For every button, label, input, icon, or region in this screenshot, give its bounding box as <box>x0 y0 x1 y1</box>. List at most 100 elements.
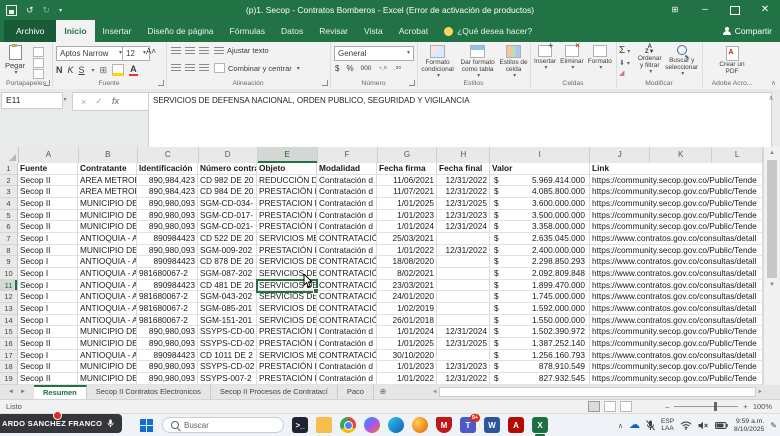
cell[interactable]: MUNICIPIO DE <box>78 373 137 385</box>
cell[interactable]: PRESTACIÓN DE <box>257 210 317 222</box>
cell[interactable]: SERVICIOS DE <box>257 268 317 280</box>
cell[interactable]: Secop II <box>18 186 78 198</box>
cell[interactable]: Secop I <box>18 303 78 315</box>
cell[interactable]: 1/01/2024 <box>377 326 437 338</box>
cell[interactable]: Contratación d <box>317 361 377 373</box>
cell-valor[interactable]: $3.500.000.000 <box>490 210 590 222</box>
wrap-text-button[interactable]: Ajustar texto <box>214 46 269 55</box>
wifi-icon[interactable] <box>680 421 692 430</box>
cell-link[interactable]: https://community.secop.gov.co/Public/Te… <box>590 326 763 338</box>
cell[interactable]: AREA METROPOLITANA <box>78 186 137 198</box>
cell[interactable]: 890,980,093 <box>137 245 198 257</box>
cell[interactable]: SERVICIOS DE <box>257 315 317 327</box>
close-button[interactable]: ✕ <box>750 0 780 20</box>
cell-valor[interactable]: $5.969.414.000 <box>490 175 590 187</box>
cell[interactable]: Secop II <box>18 373 78 385</box>
taskbar-terminal-icon[interactable]: >_ <box>292 417 308 433</box>
cell[interactable]: MUNICIPIO DE <box>78 221 137 233</box>
cell-link[interactable]: https://www.contratos.gov.co/consultas/d… <box>590 256 763 268</box>
row-header-5[interactable]: 5 <box>0 210 18 222</box>
cell[interactable]: ANTIOQUIA - A <box>78 256 137 268</box>
cell-valor[interactable]: $2.092.809.848 <box>490 268 590 280</box>
cell[interactable]: Contratación d <box>317 186 377 198</box>
cell[interactable]: MUNICIPIO DE <box>78 338 137 350</box>
cell[interactable]: SGM-085-201 <box>198 303 257 315</box>
styles-button-0[interactable]: Formato condicional▾ <box>419 45 456 80</box>
notification-pen-icon[interactable]: ✎ <box>770 421 777 430</box>
format-painter-icon[interactable] <box>33 69 44 79</box>
column-header-J[interactable]: J <box>590 147 650 163</box>
cancel-entry-icon[interactable]: × <box>81 97 86 107</box>
font-dialog-launcher-icon[interactable] <box>158 80 164 86</box>
cell[interactable]: 890,980,093 <box>137 373 198 385</box>
row-header-17[interactable]: 17 <box>0 350 18 362</box>
cell[interactable] <box>437 291 490 303</box>
cell-valor[interactable]: $1.256.160.793 <box>490 350 590 362</box>
row-header-8[interactable]: 8 <box>0 245 18 257</box>
cell[interactable]: CD 878 DE 20 <box>198 256 257 268</box>
language-indicator[interactable]: ESPLAA <box>661 419 674 432</box>
font-name-select[interactable]: Aptos Narrow▾ <box>56 46 126 61</box>
cell[interactable]: 26/01/2018 <box>377 315 437 327</box>
cell[interactable]: 890984423 <box>137 256 198 268</box>
column-header-D[interactable]: D <box>199 147 258 163</box>
editing-button-0[interactable]: AZ▼Ordenar y filtrar▾ <box>636 45 663 78</box>
sheet-nav[interactable]: ◄ ► <box>0 385 34 399</box>
cell[interactable]: REDUCCIÓN DE <box>257 175 317 187</box>
cell[interactable] <box>437 280 490 292</box>
create-pdf-button[interactable]: Crear un PDF <box>714 46 750 76</box>
cell[interactable]: 11/07/2021 <box>377 186 437 198</box>
taskbar-firefox-icon[interactable] <box>412 417 428 433</box>
row-header-15[interactable]: 15 <box>0 326 18 338</box>
cell[interactable]: 12/31/2022 <box>437 373 490 385</box>
sheet-tab-paco[interactable]: Paco <box>338 385 374 399</box>
column-header-B[interactable]: B <box>79 147 138 163</box>
grow-font-icon[interactable]: A˄ <box>146 47 156 56</box>
horizontal-scrollbar[interactable]: ◄ ► <box>432 386 763 397</box>
cell[interactable]: 981680067-2 <box>137 303 198 315</box>
formula-input[interactable]: SERVICIOS DE DEFENSA NACIONAL, ORDEN PUB… <box>148 92 772 150</box>
header-cell-fecha-firma[interactable]: Fecha firma <box>377 163 437 175</box>
cell[interactable]: 890,984,423 <box>137 175 198 187</box>
zoom-level[interactable]: 100% <box>753 402 772 411</box>
cell[interactable]: 12/31/2022 <box>437 245 490 257</box>
column-header-G[interactable]: G <box>378 147 438 163</box>
cell[interactable]: 890984423 <box>137 280 198 292</box>
row-header-18[interactable]: 18 <box>0 361 18 373</box>
row-header-6[interactable]: 6 <box>0 221 18 233</box>
cell-link[interactable]: https://community.secop.gov.co/Public/Te… <box>590 186 763 198</box>
cell[interactable]: Contratación d <box>317 338 377 350</box>
cell[interactable] <box>437 315 490 327</box>
cell[interactable]: 890,980,093 <box>137 198 198 210</box>
tab-datos[interactable]: Datos <box>273 20 311 42</box>
cell[interactable]: 1/01/2025 <box>377 338 437 350</box>
column-header-L[interactable]: L <box>712 147 763 163</box>
cell-link[interactable]: https://community.secop.gov.co/Public/Te… <box>590 245 763 257</box>
cell[interactable]: Secop I <box>18 280 78 292</box>
cell[interactable]: ANTIOQUIA - A <box>78 303 137 315</box>
header-cell-fuente[interactable]: Fuente <box>18 163 78 175</box>
cell[interactable]: 24/01/2020 <box>377 291 437 303</box>
cell-valor[interactable]: $1.899.470.000 <box>490 280 590 292</box>
name-box[interactable]: E11 <box>1 92 63 109</box>
cell[interactable]: MUNICIPIO DE <box>78 245 137 257</box>
cell-valor[interactable]: $3.358.000.000 <box>490 221 590 233</box>
cell[interactable]: SERVICIOS DE <box>257 256 317 268</box>
minimize-button[interactable]: – <box>690 0 720 20</box>
cell[interactable]: Secop I <box>18 315 78 327</box>
cell[interactable]: AREA METROPOLITANA <box>78 175 137 187</box>
cell-link[interactable]: https://community.secop.gov.co/Public/Te… <box>590 175 763 187</box>
cell[interactable]: SGM-CD-017- <box>198 210 257 222</box>
header-cell-modalidad[interactable]: Modalidad <box>317 163 377 175</box>
align-bottom-icon[interactable] <box>199 47 209 55</box>
cell[interactable]: SERVICIOS DE <box>257 291 317 303</box>
cell-link[interactable]: https://www.contratos.gov.co/consultas/d… <box>590 233 763 245</box>
cell-valor[interactable]: $878.910.549 <box>490 361 590 373</box>
sheet-tab-secop-ii-contratos-electronicos[interactable]: Secop II Contratos Electronicos <box>87 385 211 399</box>
clipboard-dialog-launcher-icon[interactable] <box>44 80 50 86</box>
cell-valor[interactable]: $1.387.252.140 <box>490 338 590 350</box>
cell[interactable]: Secop I <box>18 256 78 268</box>
tab-insertar[interactable]: Insertar <box>95 20 140 42</box>
taskbar-acrobat-icon[interactable]: A <box>508 417 524 433</box>
cell[interactable]: Contratación d <box>317 373 377 385</box>
